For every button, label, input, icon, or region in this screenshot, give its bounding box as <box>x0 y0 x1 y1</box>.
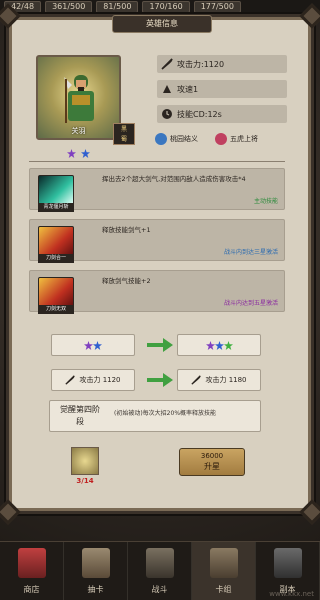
crossed-swords-icon <box>146 548 174 578</box>
faction-badge: 黑 蜀 <box>113 123 135 145</box>
deck-icon <box>210 548 238 578</box>
bond-1-icon <box>155 133 167 145</box>
star-icon <box>214 340 224 350</box>
skill-3-desc: 释放剑气技能+2 <box>102 277 151 285</box>
stat-attack-speed-value: 攻速1 <box>177 84 199 94</box>
resource-bar: 42/48 361/500 81/500 170/160 177/500 <box>0 0 320 14</box>
nav-battle[interactable]: 战斗 <box>128 542 192 600</box>
skill-2-tag: 战斗内到达三星激活 <box>223 249 278 256</box>
star-icon <box>93 340 102 350</box>
stat-attack-value: 攻击力:1120 <box>177 59 225 69</box>
skill-2-icon <box>38 226 74 256</box>
hero-star-rating <box>67 143 91 162</box>
hero-info-modal: 英雄信息 关羽 黑 蜀 攻击力:1120 攻速1 技能CD:12s 桃园结义 五… <box>0 3 320 525</box>
corner-ornament-br <box>299 499 320 525</box>
cards-icon <box>82 548 110 578</box>
upgrade-star-button[interactable]: 36000 升星 <box>179 448 245 476</box>
nav-shop[interactable]: 商店 <box>0 542 64 600</box>
skill-1-tag: 主动技能 <box>253 198 278 205</box>
star-icon <box>84 340 93 350</box>
nav-deck-label: 卡组 <box>215 585 232 594</box>
next-attack-box: 攻击力 1180 <box>177 369 261 391</box>
current-attack-value: 攻击力 1120 <box>79 376 121 384</box>
sword-icon <box>157 55 177 73</box>
hero-fragment-count: 3/14 <box>76 477 94 485</box>
stat-attack-speed: 攻速1 <box>157 80 287 98</box>
stat-skill-cd: 技能CD:12s <box>157 105 287 123</box>
skill-1-icon <box>38 175 74 205</box>
next-stars-box <box>177 334 261 356</box>
current-attack-box: 攻击力 1120 <box>51 369 135 391</box>
nav-deck[interactable]: 卡组 <box>192 542 256 600</box>
hero-fragment-icon <box>71 447 99 475</box>
corner-ornament-bl <box>0 499 21 525</box>
resource-4: 170/160 <box>142 1 190 13</box>
shop-icon <box>18 548 46 578</box>
section-divider <box>29 161 285 162</box>
skill-3-icon <box>38 277 74 307</box>
nav-battle-label: 战斗 <box>151 585 168 594</box>
nav-shop-label: 商店 <box>23 585 40 594</box>
app-root: 42/48 361/500 81/500 170/160 177/500 英雄信… <box>0 0 320 600</box>
modal-title: 英雄信息 <box>112 15 212 33</box>
hero-portrait: 关羽 <box>36 55 121 140</box>
star-icon <box>205 340 215 350</box>
hero-figure-icon <box>64 75 94 123</box>
awakening-desc: (初始被动)每次大招20%概率释放技能 <box>114 410 217 417</box>
skill-3-tag: 战斗内达到五星激活 <box>223 300 278 307</box>
skill-1-desc: 挥出去2个超大剑气,对范围内敌人造成伤害攻击*4 <box>102 175 246 183</box>
clock-icon <box>157 105 177 123</box>
sword-icon <box>191 375 202 385</box>
nav-draw[interactable]: 抽卡 <box>64 542 128 600</box>
faction-label: 黑 蜀 <box>120 126 127 143</box>
bond-1-label: 桃园结义 <box>170 135 198 143</box>
skill-2-desc: 释放技能剑气+1 <box>102 226 151 234</box>
awakening-panel: 觉醒第四阶段 (初始被动)每次大招20%概率释放技能 <box>49 400 261 432</box>
resource-2: 361/500 <box>45 1 93 13</box>
nav-draw-label: 抽卡 <box>87 585 104 594</box>
sword-icon <box>65 375 76 385</box>
arrow-right-icon <box>147 373 173 387</box>
skill-2-name: 刀剑合一 <box>38 254 74 263</box>
speed-icon <box>157 80 177 98</box>
upgrade-label: 升星 <box>204 462 220 471</box>
resource-5: 177/500 <box>193 1 241 13</box>
arrow-right-icon <box>147 338 173 352</box>
skill-card-2[interactable]: 刀剑合一 释放技能剑气+1 战斗内到达三星激活 <box>29 219 285 263</box>
skill-card-1[interactable]: 青龙偃月斩 挥出去2个超大剑气,对范围内敌人造成伤害攻击*4 主动技能 <box>29 168 285 212</box>
bond-2[interactable]: 五虎上将 <box>215 133 258 145</box>
skill-1-name: 青龙偃月斩 <box>38 203 74 212</box>
bond-2-label: 五虎上将 <box>230 135 258 143</box>
star-icon <box>81 149 91 158</box>
skill-3-name: 刀剑无双 <box>38 305 74 314</box>
resource-3: 81/500 <box>96 1 139 13</box>
hero-name: 关羽 <box>71 127 86 135</box>
skill-card-3[interactable]: 刀剑无双 释放剑气技能+2 战斗内达到五星激活 <box>29 270 285 314</box>
star-icon <box>223 340 233 350</box>
awakening-title: 觉醒第四阶段 <box>60 405 100 426</box>
stat-attack: 攻击力:1120 <box>157 55 287 73</box>
current-stars-box <box>51 334 135 356</box>
stat-skill-cd-value: 技能CD:12s <box>177 109 222 119</box>
bond-2-icon <box>215 133 227 145</box>
next-attack-value: 攻击力 1180 <box>205 376 247 384</box>
star-icon <box>67 149 76 158</box>
bond-1[interactable]: 桃园结义 <box>155 133 198 145</box>
upgrade-cost: 36000 <box>200 452 224 460</box>
watermark: www.kkx.net <box>269 590 314 598</box>
dungeon-icon <box>274 548 302 578</box>
